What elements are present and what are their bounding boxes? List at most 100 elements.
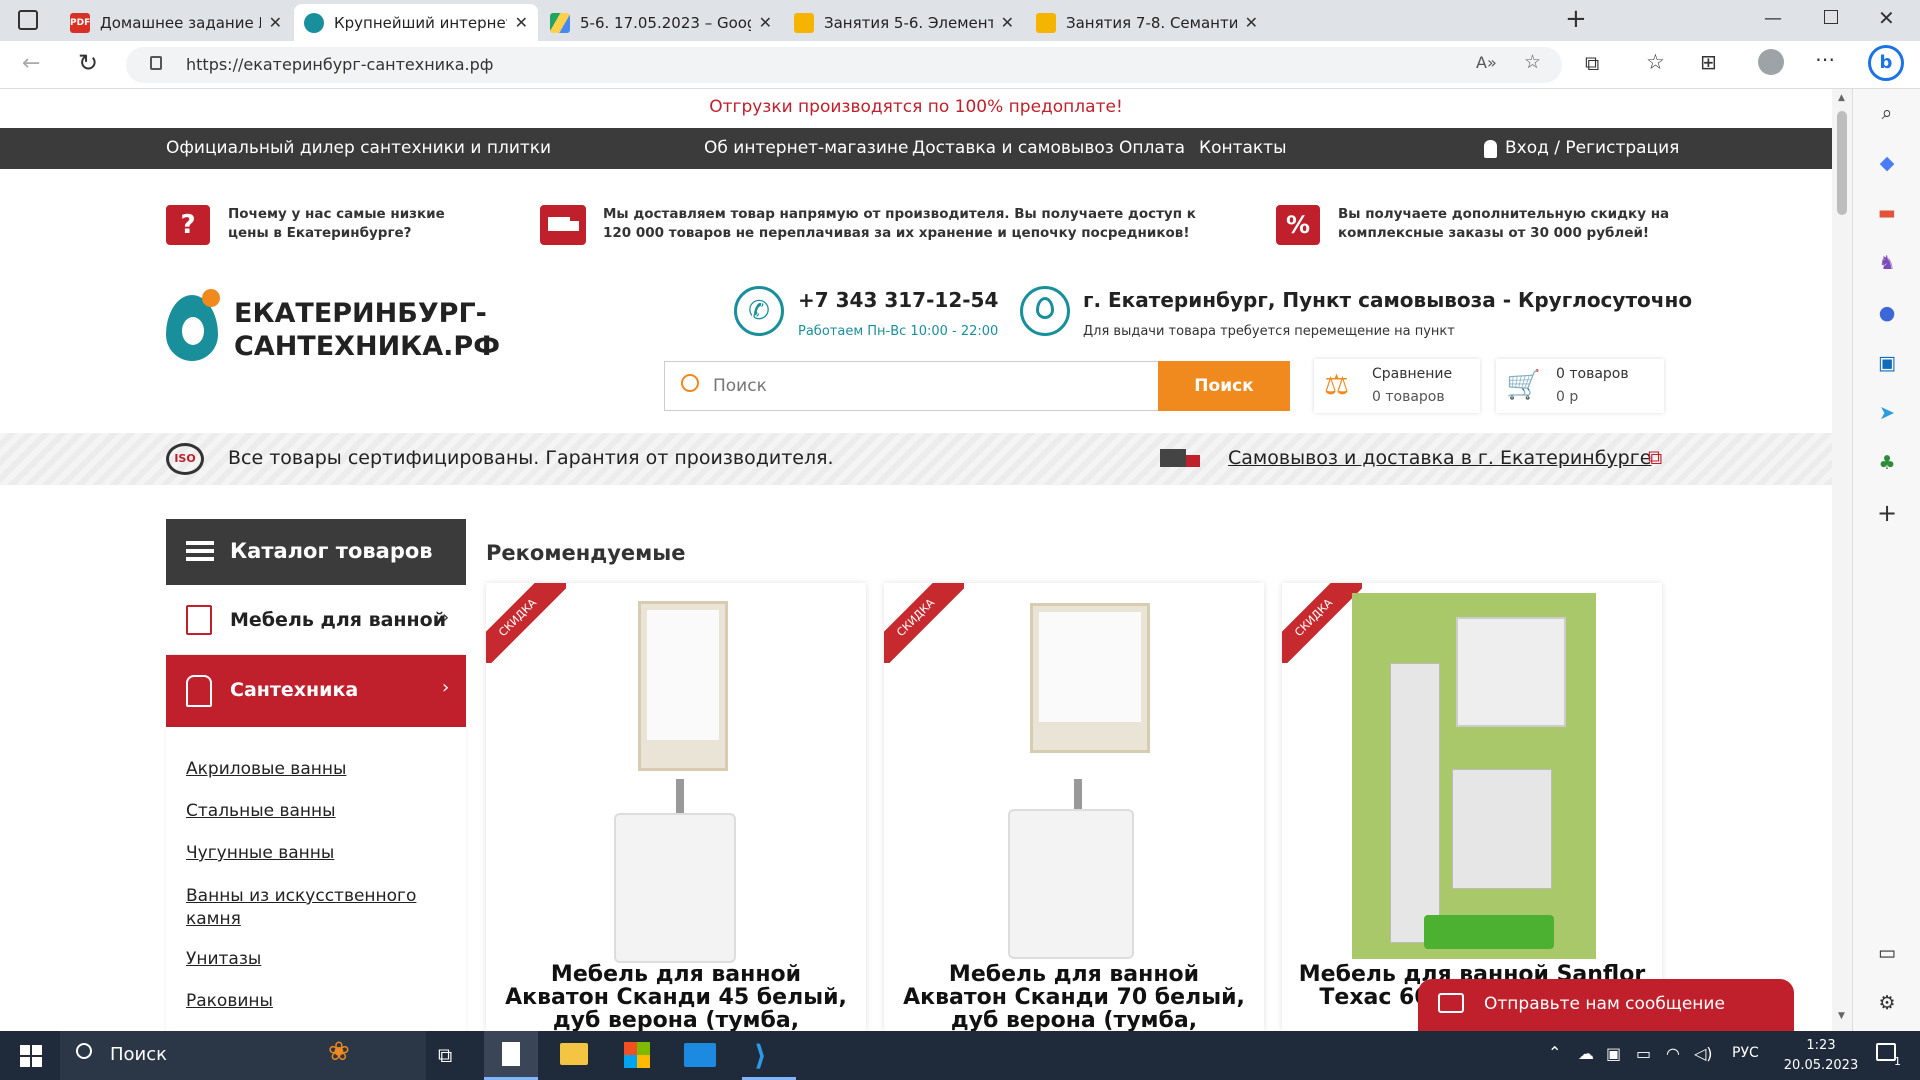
tab-slides-7-8[interactable]: Занятия 7-8. Семантика страни ✕	[1026, 4, 1268, 41]
url-text[interactable]: https://екатеринбург-сантехника.рф	[186, 55, 493, 74]
lock-icon	[150, 56, 162, 70]
tab-google-drive[interactable]: 5-6. 17.05.2023 – Google Диск ✕	[540, 4, 782, 41]
cart-widget[interactable]: 🛒 0 товаров 0 р	[1496, 359, 1664, 413]
nav-about[interactable]: Об интернет-магазине	[704, 138, 908, 158]
network-icon[interactable]: ▣	[1606, 1044, 1621, 1063]
subcategory-link[interactable]: Раковины	[186, 991, 273, 1011]
battery-icon[interactable]: ▭	[1636, 1044, 1651, 1063]
sidebar-layout-icon[interactable]: ▭	[1875, 941, 1899, 965]
back-icon[interactable]: ←	[22, 51, 40, 76]
taskbar-search[interactable]: Поиск ❀	[60, 1031, 426, 1080]
faucet-icon	[186, 675, 212, 707]
wifi-icon[interactable]: ◠	[1666, 1044, 1680, 1063]
product-card[interactable]: СКИДКА Мебель для ванной Sanflor Техас 6…	[1282, 583, 1662, 1031]
compare-widget[interactable]: ⚖ Сравнение 0 товаров	[1314, 359, 1480, 413]
store-icon[interactable]	[624, 1042, 650, 1068]
subcategory-link[interactable]: Ванны из искусственного камня	[186, 885, 446, 931]
close-icon[interactable]: ✕	[515, 13, 528, 32]
faucet-image	[676, 779, 684, 815]
cabinet-image	[614, 813, 736, 963]
outlook-icon[interactable]: ▣	[1875, 351, 1899, 375]
menu-icon	[186, 541, 214, 545]
scroll-up-icon[interactable]: ▲	[1838, 93, 1845, 103]
games-icon[interactable]: ♞	[1875, 251, 1899, 275]
notifications-icon[interactable]	[1876, 1043, 1896, 1061]
minimize-icon[interactable]: —	[1764, 8, 1782, 29]
mail-icon[interactable]	[684, 1043, 716, 1067]
tab-shop[interactable]: Крупнейший интернет-магазин ✕	[294, 4, 538, 41]
notification-count: 1	[1894, 1055, 1901, 1068]
subcategory-link[interactable]: Акриловые ванны	[186, 759, 346, 779]
slides-icon	[1036, 12, 1056, 33]
extensions-icon[interactable]: ⧉	[1585, 51, 1599, 75]
page-scrollbar[interactable]: ▲ ▼	[1832, 89, 1852, 1031]
scroll-down-icon[interactable]: ▼	[1838, 1011, 1845, 1021]
search-button[interactable]: Поиск	[1158, 361, 1290, 411]
window-close-icon[interactable]: ✕	[1878, 6, 1895, 30]
subcategory-link[interactable]: Стальные ванны	[186, 801, 336, 821]
logo-drop-icon[interactable]	[166, 287, 222, 365]
toolbox-icon[interactable]: ▬	[1875, 201, 1899, 225]
tree-icon[interactable]: ♣	[1875, 451, 1899, 475]
add-icon[interactable]: +	[1875, 501, 1899, 525]
benefit-text: Почему у нас самые низкие	[228, 206, 445, 222]
tag-icon[interactable]: ◆	[1875, 151, 1899, 175]
login-link[interactable]: Вход / Регистрация	[1505, 138, 1679, 158]
read-aloud-icon[interactable]: A»	[1476, 53, 1497, 72]
profile-avatar[interactable]	[1758, 49, 1784, 75]
catalog-item-plumbing[interactable]: Сантехника ›	[166, 655, 466, 727]
scrollbar-thumb[interactable]	[1837, 111, 1847, 215]
product-title[interactable]: Мебель для ванной Акватон Сканди 70 белы…	[894, 963, 1254, 1031]
nav-delivery[interactable]: Доставка и самовывоз	[912, 138, 1114, 158]
phone-number[interactable]: +7 343 317-12-54	[798, 288, 998, 312]
close-icon[interactable]: ✕	[1245, 13, 1258, 32]
nav-payment[interactable]: Оплата	[1119, 138, 1185, 158]
external-link-icon[interactable]: ⧉	[1648, 445, 1662, 469]
task-view-icon[interactable]: ⧉	[438, 1043, 452, 1067]
cloud-icon[interactable]: ☁	[1578, 1044, 1594, 1063]
bing-icon[interactable]: b	[1868, 45, 1904, 81]
taskbar-notepad[interactable]	[484, 1031, 538, 1080]
windows-start-icon[interactable]	[20, 1045, 42, 1067]
site-icon	[304, 12, 324, 33]
more-icon[interactable]: ⋯	[1815, 47, 1835, 71]
close-icon[interactable]: ✕	[759, 13, 772, 32]
product-title[interactable]: Мебель для ванной Акватон Сканди 45 белы…	[496, 963, 856, 1031]
copilot-icon[interactable]: ●	[1875, 301, 1899, 325]
search-icon[interactable]: ⌕	[1875, 101, 1899, 125]
tab-actions-icon[interactable]	[18, 10, 38, 30]
catalog-header[interactable]: Каталог товаров	[166, 519, 466, 585]
subcategory-link[interactable]: Чугунные ванны	[186, 843, 334, 863]
taskbar-vscode[interactable]: ⟩	[742, 1031, 796, 1080]
refresh-icon[interactable]: ↻	[78, 49, 98, 77]
language-indicator[interactable]: РУС	[1732, 1045, 1759, 1061]
send-icon[interactable]: ➤	[1875, 401, 1899, 425]
new-tab-icon[interactable]: +	[1565, 4, 1587, 34]
close-icon[interactable]: ✕	[269, 13, 282, 32]
clock[interactable]: 1:23 20.05.2023	[1776, 1036, 1866, 1076]
chevron-up-icon[interactable]: ⌃	[1548, 1043, 1561, 1062]
volume-icon[interactable]: ◁)	[1694, 1044, 1713, 1063]
delivery-link[interactable]: Самовывоз и доставка в г. Екатеринбурге	[1228, 447, 1651, 469]
add-favorite-icon[interactable]: ☆	[1524, 51, 1541, 73]
nav-contacts[interactable]: Контакты	[1199, 138, 1287, 158]
logo-text[interactable]: ЕКАТЕРИНБУРГ- САНТЕХНИКА.РФ	[234, 297, 500, 363]
favorites-icon[interactable]: ☆	[1646, 50, 1665, 74]
url-field[interactable]: https://екатеринбург-сантехника.рф A» ☆	[126, 47, 1562, 83]
file-explorer-icon[interactable]	[560, 1043, 588, 1065]
tab-homework[interactable]: PDF Домашнее задание №4. Семант ✕	[60, 4, 292, 41]
product-card[interactable]: СКИДКА Мебель для ванной Акватон Сканди …	[486, 583, 866, 1031]
top-nav: Официальный дилер сантехники и плитки Об…	[0, 128, 1832, 169]
tab-slides-5-6[interactable]: Занятия 5-6. Элемент разделен ✕	[784, 4, 1024, 41]
catalog-item-furniture[interactable]: Мебель для ванной ›	[166, 585, 466, 655]
compare-label: Сравнение	[1372, 366, 1453, 382]
collections-icon[interactable]: ⊞	[1700, 50, 1717, 74]
chat-widget[interactable]: Отправьте нам сообщение	[1418, 979, 1794, 1031]
search-input[interactable]	[713, 372, 1143, 400]
discount-badge: СКИДКА	[884, 583, 964, 663]
close-icon[interactable]: ✕	[1001, 13, 1014, 32]
settings-icon[interactable]: ⚙	[1875, 991, 1899, 1015]
restore-icon[interactable]	[1824, 10, 1838, 24]
product-card[interactable]: СКИДКА Мебель для ванной Акватон Сканди …	[884, 583, 1264, 1031]
subcategory-link[interactable]: Унитазы	[186, 949, 261, 969]
